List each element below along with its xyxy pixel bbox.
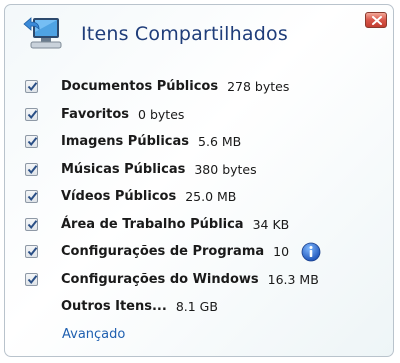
list-item: Músicas Públicas 380 bytes (25, 156, 321, 184)
checkbox[interactable] (25, 217, 38, 231)
item-size: 34 KB (252, 216, 290, 232)
shared-items-list: Documentos Públicos 278 bytes Favoritos … (25, 73, 321, 321)
item-size: 0 bytes (138, 106, 185, 122)
shared-computer-icon (21, 14, 65, 54)
item-label: Músicas Públicas (61, 161, 186, 177)
item-label: Favoritos (61, 106, 130, 122)
list-item: Área de Trabalho Pública 34 KB (25, 211, 321, 239)
list-item: Documentos Públicos 278 bytes (25, 73, 321, 101)
item-size: 5.6 MB (198, 134, 242, 150)
checkbox[interactable] (25, 272, 38, 286)
advanced-link[interactable]: Avançado (62, 327, 125, 342)
list-item: Vídeos Públicos 25.0 MB (25, 183, 321, 211)
item-size: 10 (273, 244, 290, 260)
close-icon (372, 16, 382, 25)
list-item: Configurações do Windows 16.3 MB (25, 266, 321, 294)
list-item: Favoritos 0 bytes (25, 101, 321, 129)
item-label: Área de Trabalho Pública (61, 216, 244, 232)
checkbox[interactable] (25, 135, 38, 149)
item-size: 278 bytes (227, 79, 290, 95)
list-item: Configurações de Programa 10 (25, 238, 321, 266)
item-size: 16.3 MB (267, 271, 319, 287)
item-size: 25.0 MB (185, 189, 237, 205)
close-button[interactable] (365, 12, 387, 28)
item-label: Documentos Públicos (61, 79, 219, 95)
item-label: Imagens Públicas (61, 134, 190, 150)
item-label: Outros Itens... (61, 299, 167, 315)
item-size: 8.1 GB (175, 299, 218, 315)
checkbox[interactable] (25, 162, 38, 176)
info-icon[interactable] (301, 242, 321, 262)
item-label: Vídeos Públicos (61, 189, 177, 205)
checkbox[interactable] (25, 107, 38, 121)
item-size: 380 bytes (194, 161, 257, 177)
panel-title: Itens Compartilhados (81, 23, 288, 45)
shared-items-panel: Itens Compartilhados Documentos Públicos… (4, 4, 394, 357)
checkbox[interactable] (25, 190, 38, 204)
checkbox[interactable] (25, 80, 38, 94)
item-label: Configurações do Windows (61, 271, 259, 287)
list-item: Imagens Públicas 5.6 MB (25, 128, 321, 156)
item-label: Configurações de Programa (61, 244, 265, 260)
list-item: Outros Itens... 8.1 GB (25, 293, 321, 321)
checkbox[interactable] (25, 245, 38, 259)
